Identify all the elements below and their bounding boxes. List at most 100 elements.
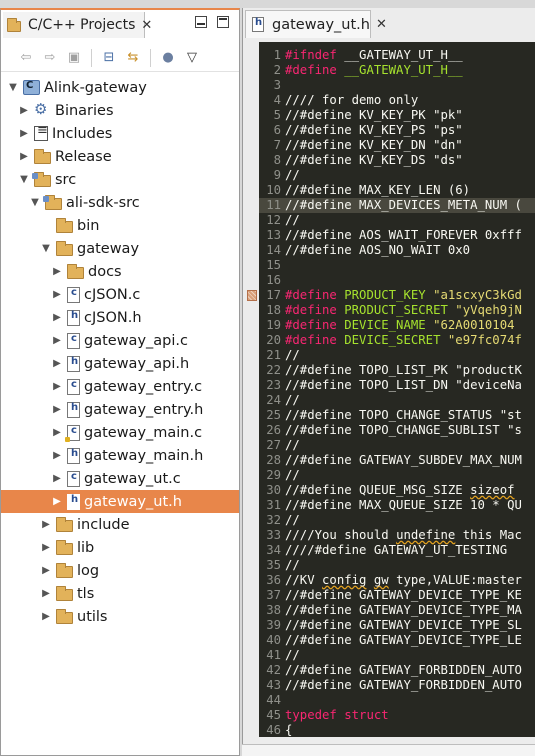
collapsed-arrow-icon[interactable]: ▶ [51, 381, 63, 392]
code-line[interactable]: 31 //#define MAX_QUEUE_SIZE 10 * QU [259, 498, 535, 513]
back-arrow-icon[interactable]: ⇦ [17, 49, 35, 67]
code-line[interactable]: 24 // [259, 393, 535, 408]
code-line[interactable]: 23 //#define TOPO_LIST_DN "deviceNa [259, 378, 535, 393]
code-line[interactable]: 41 // [259, 648, 535, 663]
code-line[interactable]: 3 [259, 78, 535, 93]
tree-item[interactable]: ▶ tls [1, 582, 239, 605]
collapsed-arrow-icon[interactable]: ▶ [18, 128, 30, 139]
tree-item[interactable]: ▶ gateway_api.c [1, 329, 239, 352]
expanded-arrow-icon[interactable]: ▼ [18, 174, 30, 185]
link-with-editor-icon[interactable]: ⇆ [124, 49, 142, 67]
tab-cpp-projects[interactable]: C/C++ Projects ✕ [3, 12, 152, 38]
code-line[interactable]: 7 //#define KV_KEY_DN "dn" [259, 138, 535, 153]
code-line[interactable]: 9 // [259, 168, 535, 183]
minimize-view-button[interactable] [195, 16, 207, 28]
tree-item[interactable]: ▼ gateway [1, 237, 239, 260]
code-line[interactable]: 12 // [259, 213, 535, 228]
occurrence-marker-icon[interactable] [247, 290, 257, 301]
tree-item[interactable]: ▶ gateway_main.h [1, 444, 239, 467]
code-line[interactable]: 17 #define PRODUCT_KEY "a1scxyC3kGd [259, 288, 535, 303]
expanded-arrow-icon[interactable]: ▼ [7, 82, 19, 93]
close-icon[interactable]: ✕ [141, 18, 152, 33]
tree-item[interactable]: ▶ gateway_ut.h [1, 490, 239, 513]
tree-item[interactable]: ▶ log [1, 559, 239, 582]
code-line[interactable]: 19 #define DEVICE_NAME "62A0010104 [259, 318, 535, 333]
code-line[interactable]: 45 typedef struct [259, 708, 535, 723]
tree-item[interactable]: ▶ docs [1, 260, 239, 283]
tree-item[interactable]: ▶ gateway_main.c [1, 421, 239, 444]
code-line[interactable]: 16 [259, 273, 535, 288]
collapsed-arrow-icon[interactable]: ▶ [51, 404, 63, 415]
tree-item[interactable]: ▶ gateway_entry.c [1, 375, 239, 398]
expanded-arrow-icon[interactable]: ▼ [29, 197, 41, 208]
annotation-ruler[interactable] [243, 42, 259, 737]
code-line[interactable]: 39 //#define GATEWAY_DEVICE_TYPE_SL [259, 618, 535, 633]
tree-item[interactable]: ▶ Includes [1, 122, 239, 145]
code-line[interactable]: 26 //#define TOPO_CHANGE_SUBLIST "s [259, 423, 535, 438]
code-line[interactable]: 44 [259, 693, 535, 708]
collapsed-arrow-icon[interactable]: ▶ [51, 473, 63, 484]
tree-item[interactable]: ▶ lib [1, 536, 239, 559]
code-line[interactable]: 8 //#define KV_KEY_DS "ds" [259, 153, 535, 168]
tree-item[interactable]: ▶ cJSON.h [1, 306, 239, 329]
forward-arrow-icon[interactable]: ⇨ [41, 49, 59, 67]
tree-item[interactable]: bin [1, 214, 239, 237]
collapsed-arrow-icon[interactable]: ▶ [40, 519, 52, 530]
code-line[interactable]: 5 //#define KV_KEY_PK "pk" [259, 108, 535, 123]
collapsed-arrow-icon[interactable]: ▶ [40, 542, 52, 553]
code-line[interactable]: 28 //#define GATEWAY_SUBDEV_MAX_NUM [259, 453, 535, 468]
expanded-arrow-icon[interactable]: ▼ [40, 243, 52, 254]
code-line[interactable]: 21 // [259, 348, 535, 363]
close-icon[interactable]: ✕ [376, 17, 387, 32]
collapsed-arrow-icon[interactable]: ▶ [51, 450, 63, 461]
collapse-all-icon[interactable]: ⊟ [100, 49, 118, 67]
code-line[interactable]: 42 //#define GATEWAY_FORBIDDEN_AUTO [259, 663, 535, 678]
code-line[interactable]: 22 //#define TOPO_LIST_PK "productK [259, 363, 535, 378]
code-line[interactable]: 35 // [259, 558, 535, 573]
code-line[interactable]: 30 //#define QUEUE_MSG_SIZE sizeof [259, 483, 535, 498]
code-line[interactable]: 27 // [259, 438, 535, 453]
up-folder-icon[interactable]: ▣ [65, 49, 83, 67]
tab-gateway-ut-h[interactable]: gateway_ut.h ✕ [245, 10, 387, 38]
code-line[interactable]: 10 //#define MAX_KEY_LEN (6) [259, 183, 535, 198]
collapsed-arrow-icon[interactable]: ▶ [40, 565, 52, 576]
collapsed-arrow-icon[interactable]: ▶ [40, 588, 52, 599]
code-line[interactable]: 40 //#define GATEWAY_DEVICE_TYPE_LE [259, 633, 535, 648]
code-line[interactable]: 11 //#define MAX_DEVICES_META_NUM ( [259, 198, 535, 213]
code-line[interactable]: 20 #define DEVICE_SECRET "e97fc074f [259, 333, 535, 348]
code-line[interactable]: 4 //// for demo only [259, 93, 535, 108]
code-line[interactable]: 2 #define __GATEWAY_UT_H__ [259, 63, 535, 78]
collapsed-arrow-icon[interactable]: ▶ [51, 358, 63, 369]
code-line[interactable]: 38 //#define GATEWAY_DEVICE_TYPE_MA [259, 603, 535, 618]
collapsed-arrow-icon[interactable]: ▶ [51, 312, 63, 323]
code-line[interactable]: 36 //KV config gw type,VALUE:master [259, 573, 535, 588]
maximize-view-button[interactable] [217, 16, 229, 28]
collapsed-arrow-icon[interactable]: ▶ [51, 496, 63, 507]
tree-item[interactable]: ▶ Binaries [1, 99, 239, 122]
code-line[interactable]: 29 // [259, 468, 535, 483]
collapsed-arrow-icon[interactable]: ▶ [51, 266, 63, 277]
code-line[interactable]: 34 ////#define GATEWAY_UT_TESTING [259, 543, 535, 558]
view-menu-icon[interactable]: ▽ [183, 49, 201, 67]
collapsed-arrow-icon[interactable]: ▶ [51, 335, 63, 346]
code-line[interactable]: 13 //#define AOS_WAIT_FOREVER 0xfff [259, 228, 535, 243]
tree-item[interactable]: ▶ gateway_api.h [1, 352, 239, 375]
tree-item[interactable]: ▼ ali-sdk-src [1, 191, 239, 214]
tree-item[interactable]: ▼ Alink-gateway [1, 76, 239, 99]
tree-item[interactable]: ▶ include [1, 513, 239, 536]
collapsed-arrow-icon[interactable]: ▶ [51, 289, 63, 300]
filter-icon[interactable]: ● [159, 49, 177, 67]
code-line[interactable]: 25 //#define TOPO_CHANGE_STATUS "st [259, 408, 535, 423]
tree-item[interactable]: ▶ gateway_entry.h [1, 398, 239, 421]
collapsed-arrow-icon[interactable]: ▶ [40, 611, 52, 622]
collapsed-arrow-icon[interactable]: ▶ [51, 427, 63, 438]
collapsed-arrow-icon[interactable]: ▶ [18, 105, 30, 116]
code-editor[interactable]: 1 #ifndef __GATEWAY_UT_H__ 2 #define __GATE… [259, 42, 535, 737]
tree-item[interactable]: ▶ Release [1, 145, 239, 168]
code-line[interactable]: 32 // [259, 513, 535, 528]
code-line[interactable]: 43 //#define GATEWAY_FORBIDDEN_AUTO [259, 678, 535, 693]
tree-item[interactable]: ▶ gateway_ut.c [1, 467, 239, 490]
code-line[interactable]: 15 [259, 258, 535, 273]
code-line[interactable]: 18 #define PRODUCT_SECRET "yVqeh9jN [259, 303, 535, 318]
code-line[interactable]: 14 //#define AOS_NO_WAIT 0x0 [259, 243, 535, 258]
